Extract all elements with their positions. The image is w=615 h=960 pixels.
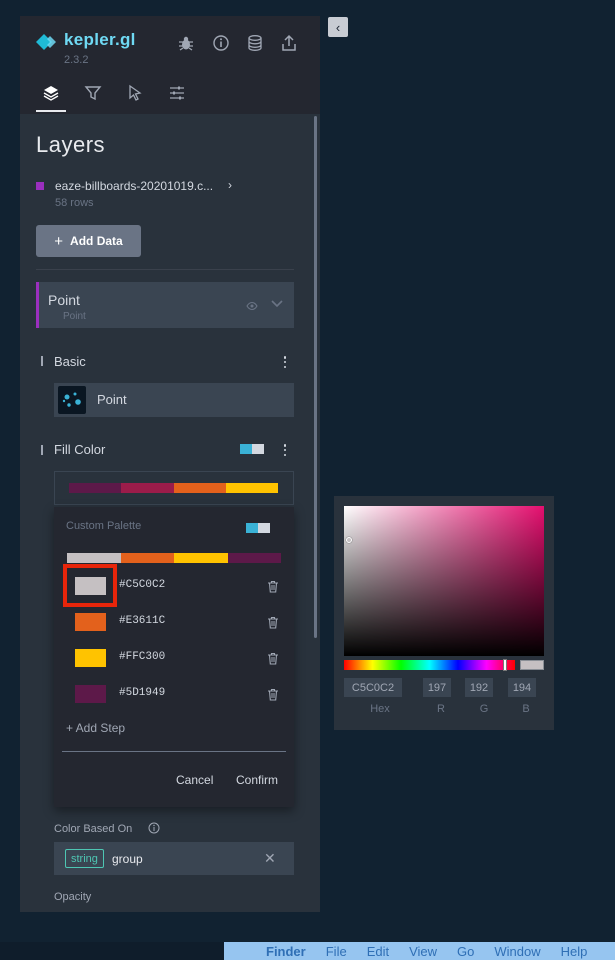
menu-item-file[interactable]: File (326, 944, 347, 959)
menu-item-window[interactable]: Window (494, 944, 540, 959)
color-field-value: group (112, 852, 143, 866)
selection-highlight (63, 564, 117, 607)
share-icon[interactable] (280, 34, 298, 52)
field-type-badge: string (65, 849, 104, 868)
palette-step-hex[interactable]: #5D1949 (119, 687, 165, 699)
add-data-label: Add Data (70, 234, 123, 248)
sliders-icon (170, 86, 184, 100)
trash-icon[interactable] (267, 580, 279, 593)
dataset-name[interactable]: eaze-billboards-20201019.c... (55, 179, 213, 193)
r-label: R (437, 703, 445, 715)
kepler-logo-icon (36, 34, 56, 50)
saturation-value-area[interactable] (344, 506, 544, 656)
color-preview (520, 660, 544, 670)
palette-step-swatch[interactable] (75, 613, 106, 631)
eye-icon[interactable] (246, 301, 258, 311)
color-ramp-segment (121, 483, 174, 493)
layer-type-label: Point (97, 392, 127, 407)
chevron-right-icon[interactable]: › (228, 178, 232, 192)
menu-item-view[interactable]: View (409, 944, 437, 959)
hex-label: Hex (370, 703, 390, 715)
tab-map-settings[interactable] (162, 84, 192, 112)
layer-name[interactable]: Point (48, 292, 80, 308)
palette-step-hex[interactable]: #E3611C (119, 615, 165, 627)
filter-icon (84, 86, 102, 101)
layer-type: Point (63, 311, 86, 322)
section-basic-label: Basic (54, 354, 86, 369)
g-label: G (479, 703, 489, 715)
add-step-button[interactable]: + Add Step (66, 721, 125, 735)
tab-layers[interactable] (36, 84, 66, 112)
opacity-label: Opacity (54, 891, 92, 903)
color-based-on-label: Color Based On (54, 823, 133, 835)
page-title: Layers (36, 132, 106, 157)
fill-color-swatch[interactable] (240, 444, 264, 454)
tab-filters[interactable] (78, 84, 108, 112)
menu-bar: Finder File Edit View Go Window Help (224, 942, 615, 960)
kebab-menu-icon[interactable] (279, 355, 291, 369)
custom-palette-bar (67, 553, 281, 563)
chevron-down-icon[interactable] (270, 297, 284, 311)
info-icon[interactable] (148, 822, 160, 834)
b-label: B (522, 703, 530, 715)
r-input[interactable]: 197 (423, 678, 451, 697)
scrollbar[interactable] (314, 116, 317, 638)
palette-step-hex[interactable]: #C5C0C2 (119, 579, 165, 591)
divider (62, 751, 286, 752)
palette-step-hex[interactable]: #FFC300 (119, 651, 165, 663)
add-data-button[interactable]: + Add Data (36, 225, 141, 257)
color-ramp (69, 483, 278, 493)
clear-icon[interactable]: ✕ (264, 850, 276, 867)
database-icon[interactable] (246, 34, 264, 52)
trash-icon[interactable] (267, 688, 279, 701)
bug-icon[interactable] (177, 34, 195, 52)
section-bar (41, 445, 43, 455)
confirm-button[interactable]: Confirm (236, 773, 278, 787)
hue-slider[interactable] (344, 660, 515, 670)
color-ramp-segment (225, 483, 278, 493)
side-panel: kepler.gl 2.3.2 Layers eaze-billboards-2… (20, 16, 320, 912)
collapse-panel-button[interactable]: ‹ (328, 17, 348, 37)
app-name: kepler.gl (64, 30, 136, 49)
layers-icon (43, 86, 59, 101)
cancel-button[interactable]: Cancel (176, 773, 213, 787)
menu-item-go[interactable]: Go (457, 944, 474, 959)
palette-step-swatch[interactable] (75, 649, 106, 667)
palette-segment (120, 553, 174, 563)
hue-handle[interactable] (503, 659, 507, 671)
info-icon[interactable] (212, 34, 230, 52)
palette-segment (67, 553, 121, 563)
menu-item-finder[interactable]: Finder (266, 944, 306, 959)
color-ramp-segment (69, 483, 122, 493)
color-cursor[interactable] (346, 537, 352, 543)
point-layer-icon (58, 386, 86, 414)
divider (36, 269, 294, 270)
dataset-color-swatch (36, 182, 44, 190)
trash-icon[interactable] (267, 652, 279, 665)
custom-palette-toggle[interactable] (246, 523, 270, 533)
cursor-icon (129, 84, 142, 101)
hex-input[interactable]: C5C0C2 (344, 678, 402, 697)
layer-type-select[interactable] (54, 383, 294, 417)
b-input[interactable]: 194 (508, 678, 536, 697)
section-fill-color-label: Fill Color (54, 442, 106, 457)
g-input[interactable]: 192 (465, 678, 493, 697)
palette-step-swatch[interactable] (75, 685, 106, 703)
custom-palette-label: Custom Palette (66, 520, 142, 532)
palette-segment (174, 553, 228, 563)
palette-segment (227, 553, 281, 563)
section-bar (41, 356, 43, 366)
trash-icon[interactable] (267, 616, 279, 629)
tab-interactions[interactable] (120, 84, 150, 112)
color-ramp-segment (173, 483, 226, 493)
dataset-row-count: 58 rows (55, 197, 94, 209)
menu-item-help[interactable]: Help (561, 944, 588, 959)
plus-icon: + (54, 232, 64, 250)
menu-item-edit[interactable]: Edit (367, 944, 389, 959)
app-version: 2.3.2 (64, 54, 89, 66)
kebab-menu-icon[interactable] (279, 443, 291, 457)
